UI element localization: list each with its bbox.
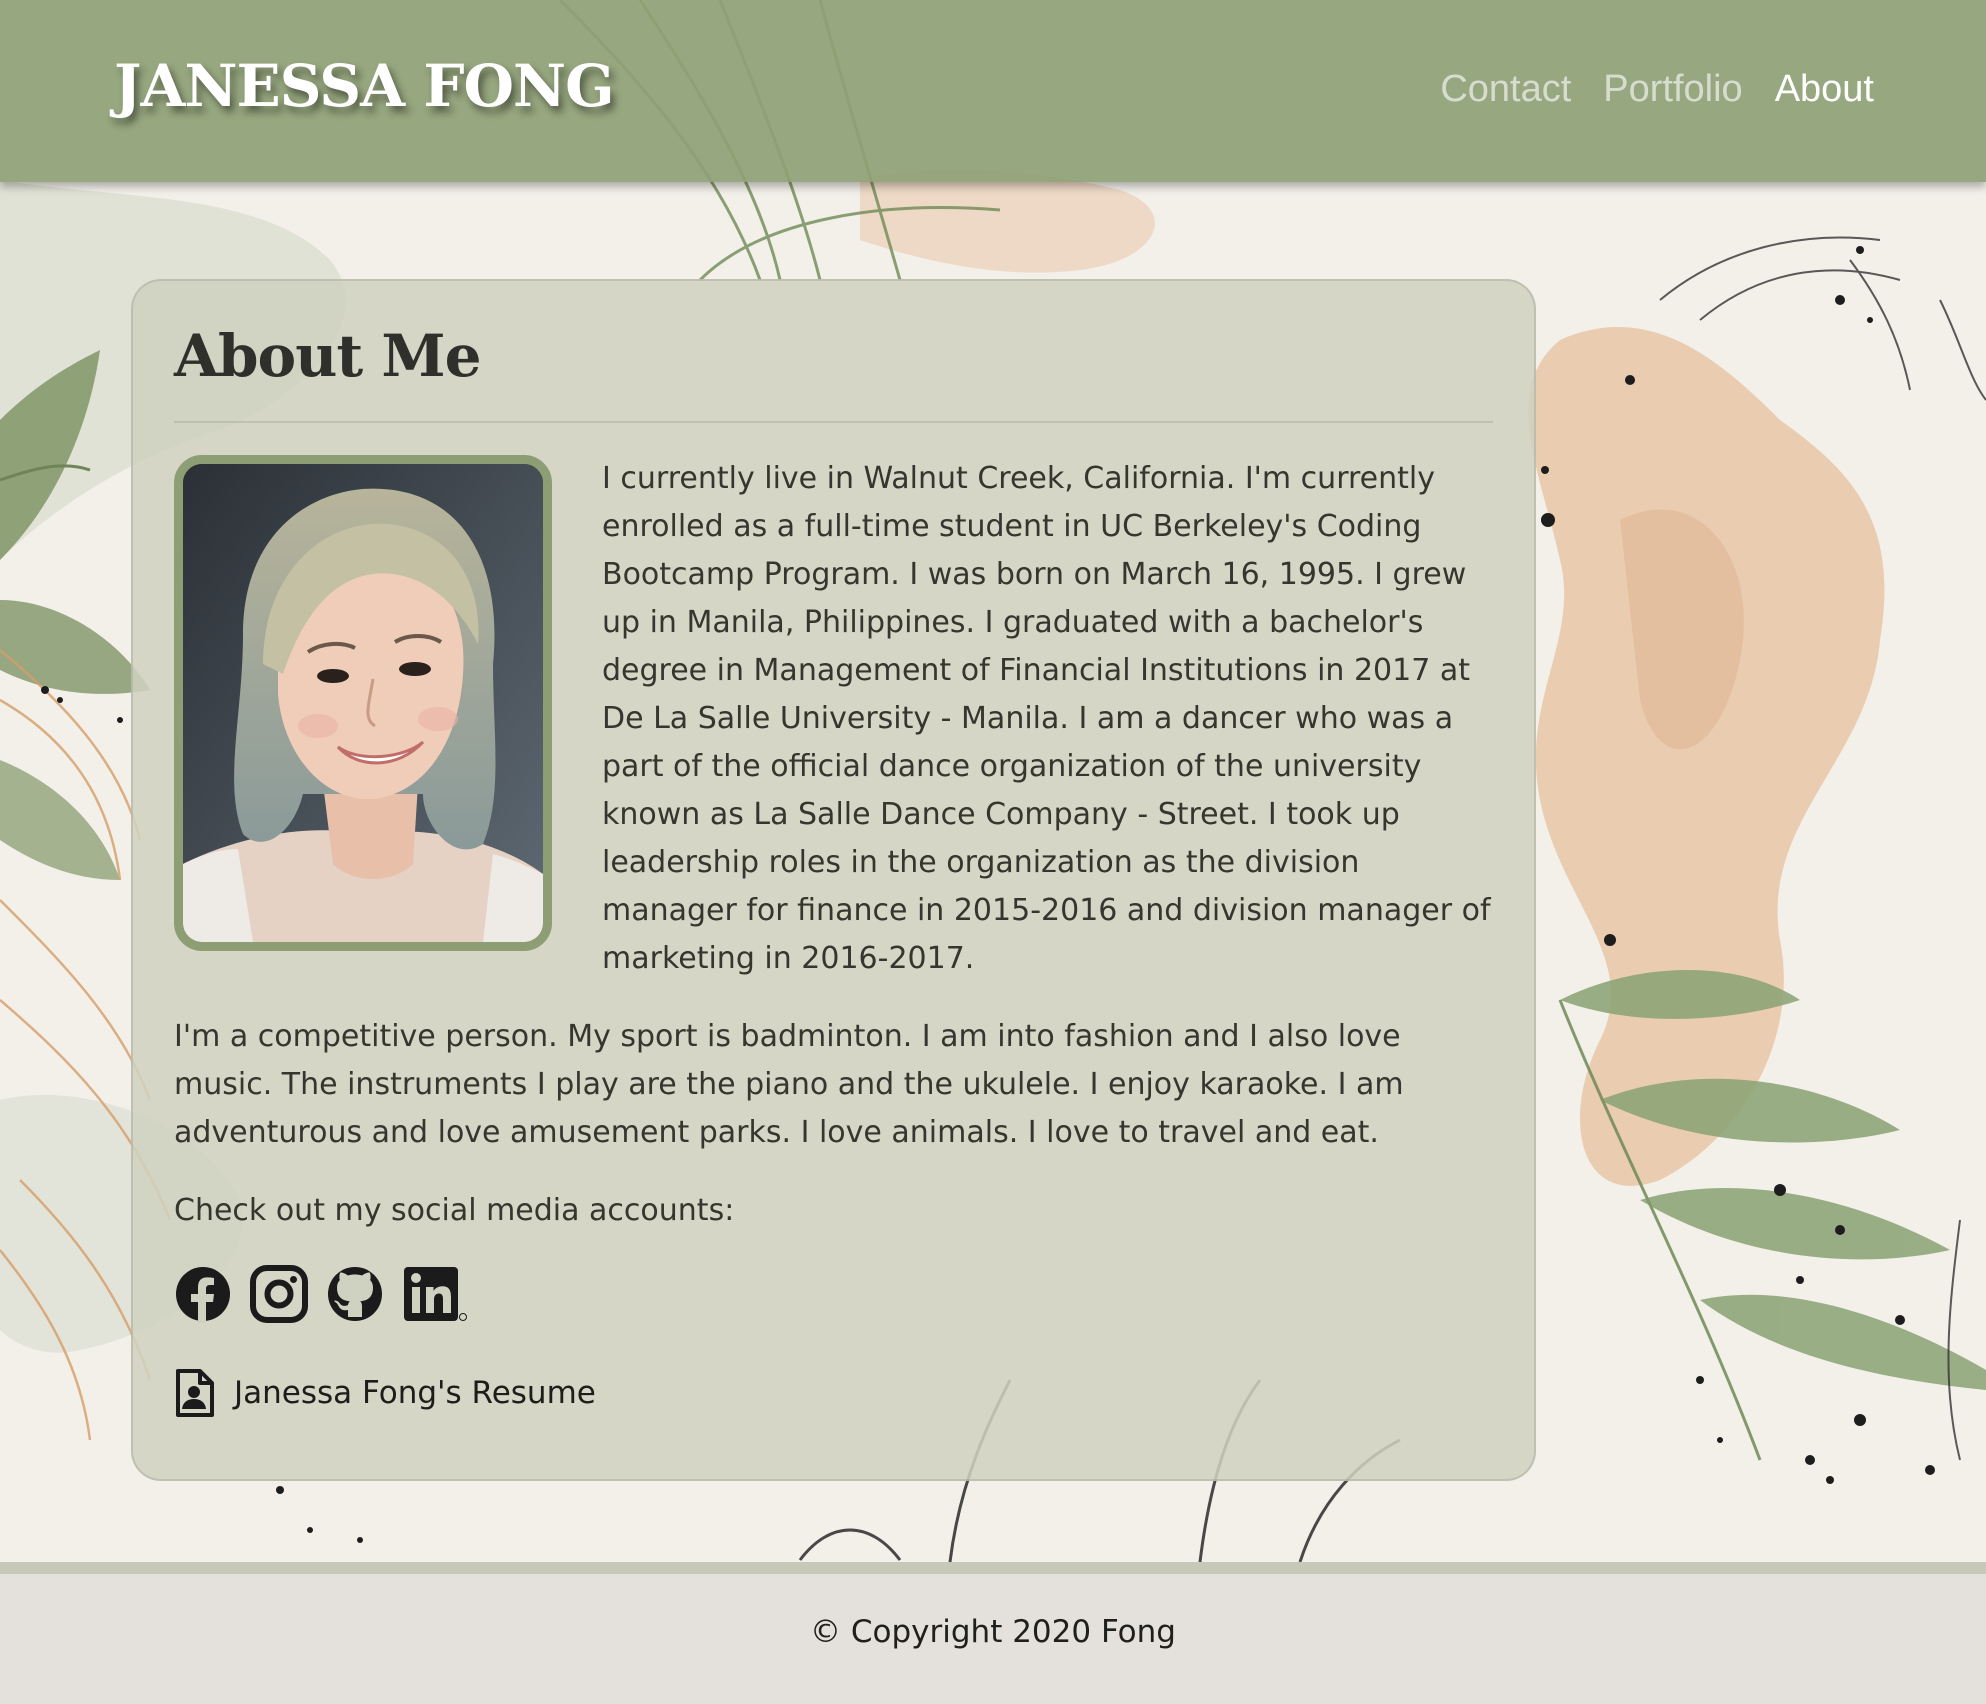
site-header: JANESSA FONG Contact Portfolio About (0, 0, 1986, 182)
bio-paragraph-2: I'm a competitive person. My sport is ba… (174, 1018, 1404, 1150)
nav-portfolio-link[interactable]: Portfolio (1603, 68, 1742, 111)
site-footer: © Copyright 2020 Fong (0, 1574, 1986, 1704)
resume-document-icon (176, 1368, 214, 1417)
copyright-text: © Copyright 2020 Fong (810, 1614, 1176, 1650)
page-title: About Me (174, 322, 482, 390)
footer-divider (0, 1562, 1986, 1574)
github-icon[interactable] (326, 1265, 384, 1323)
nav-contact-link[interactable]: Contact (1440, 68, 1571, 111)
instagram-icon[interactable] (250, 1264, 308, 1323)
facebook-icon[interactable] (174, 1265, 232, 1323)
about-card: About Me I currently live in Walnut Cree… (131, 279, 1536, 1481)
resume-label[interactable]: Janessa Fong's Resume (234, 1375, 596, 1411)
resume-link[interactable]: Janessa Fong's Resume (174, 1368, 1493, 1417)
main-nav: Contact Portfolio About (1440, 68, 1874, 111)
profile-photo (174, 454, 552, 951)
linkedin-icon[interactable] (402, 1265, 468, 1323)
site-brand[interactable]: JANESSA FONG (114, 52, 615, 120)
title-divider (174, 420, 1493, 423)
social-heading: Check out my social media accounts: (174, 1192, 735, 1228)
nav-about-link[interactable]: About (1775, 68, 1874, 111)
social-links (174, 1264, 1493, 1323)
